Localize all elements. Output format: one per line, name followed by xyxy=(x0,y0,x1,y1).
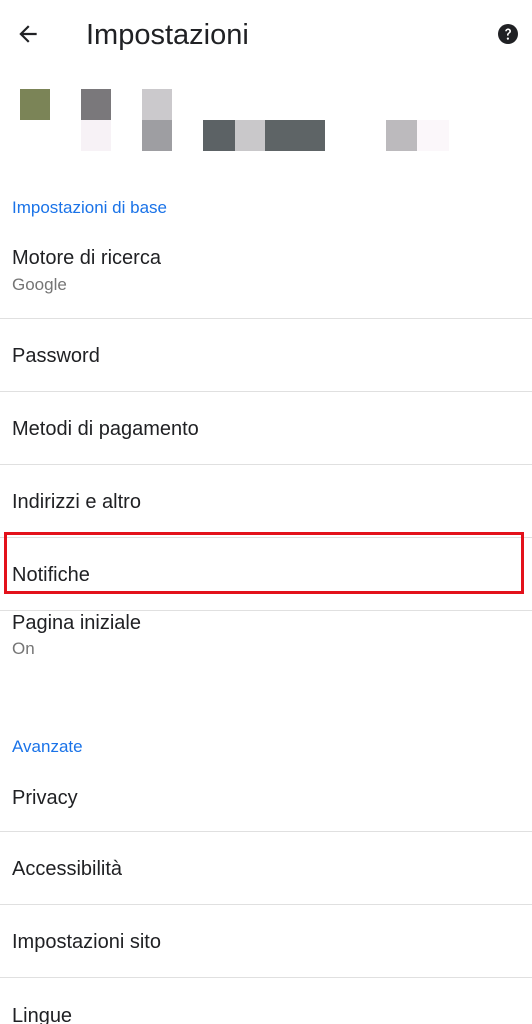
homepage-label: Pagina iniziale xyxy=(12,612,141,634)
privacy-label: Privacy xyxy=(12,787,78,809)
languages-label: Lingue xyxy=(12,1005,73,1024)
help-button[interactable] xyxy=(488,14,528,54)
payment-methods-item[interactable]: Metodi di pagamento xyxy=(0,392,532,465)
homepage-item[interactable]: Pagina iniziale On xyxy=(0,611,532,711)
privacy-item[interactable]: Privacy xyxy=(0,760,532,832)
notifications-item[interactable]: Notifiche xyxy=(0,538,532,611)
site-settings-item[interactable]: Impostazioni sito xyxy=(0,905,532,978)
page-title: Impostazioni xyxy=(86,19,249,51)
notifications-label: Notifiche xyxy=(12,564,90,586)
homepage-value: On xyxy=(12,639,35,658)
help-circle-icon xyxy=(498,24,518,44)
accessibility-item[interactable]: Accessibilità xyxy=(0,832,532,905)
addresses-item[interactable]: Indirizzi e altro xyxy=(0,465,532,538)
section-header-basic: Impostazioni di base xyxy=(12,198,167,217)
arrow-back-icon xyxy=(19,25,37,43)
back-button[interactable] xyxy=(8,14,48,54)
search-engine-value: Google xyxy=(12,275,67,294)
payment-methods-label: Metodi di pagamento xyxy=(12,418,199,440)
account-info-redacted[interactable] xyxy=(0,80,532,160)
addresses-label: Indirizzi e altro xyxy=(12,491,141,513)
search-engine-item[interactable]: Motore di ricerca Google xyxy=(0,230,532,319)
accessibility-label: Accessibilità xyxy=(12,858,123,880)
languages-item[interactable]: Lingue xyxy=(0,978,532,1024)
password-label: Password xyxy=(12,345,100,367)
password-item[interactable]: Password xyxy=(0,319,532,392)
app-bar: Impostazioni xyxy=(0,0,532,70)
section-header-advanced: Avanzate xyxy=(12,737,83,756)
site-settings-label: Impostazioni sito xyxy=(12,931,161,953)
search-engine-label: Motore di ricerca xyxy=(12,247,161,269)
